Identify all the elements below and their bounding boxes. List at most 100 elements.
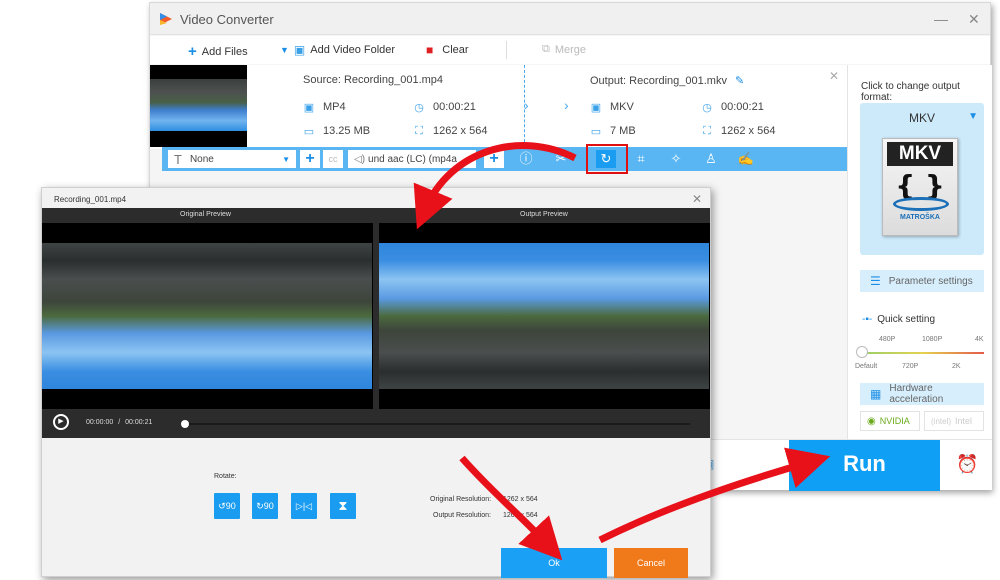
intel-label: Intel	[955, 416, 973, 426]
add-video-folder-button[interactable]: ▼ ▣ Add Video Folder	[280, 43, 395, 57]
rotate-highlight-box	[586, 144, 628, 174]
clear-label: Clear	[442, 44, 469, 56]
video-file-icon: ▣	[303, 101, 315, 114]
video-file-icon: ▣	[590, 101, 602, 114]
matroska-ring	[893, 197, 949, 211]
add-subtitle-button[interactable]: +	[300, 150, 320, 168]
parameter-settings-label: Parameter settings	[888, 275, 973, 287]
parameter-settings-button[interactable]: ☰ Parameter settings	[860, 270, 984, 292]
total-time: 00:00:21	[125, 419, 153, 426]
closed-caption-button[interactable]: cc	[323, 150, 343, 168]
add-files-label: Add Files	[201, 45, 248, 58]
format-name: MKV	[908, 111, 935, 125]
crop-icon[interactable]: ⌗	[631, 150, 651, 168]
source-resolution: ⛶ 1262 x 564	[413, 124, 487, 138]
nvidia-logo-icon: ◉	[867, 415, 876, 427]
quick-setting-text: Quick setting	[877, 314, 936, 325]
source-title: Source: Recording_001.mp4	[303, 74, 444, 86]
output-format-panel: Click to change output format: MKV ▼ MKV…	[847, 65, 992, 439]
minimize-icon[interactable]: —	[934, 11, 948, 27]
rotate-right-90-button[interactable]: ↻ 90	[252, 493, 278, 519]
resolution-icon: ⛶	[415, 124, 423, 137]
output-preview-image	[379, 243, 709, 389]
info-icon[interactable]: ⓘ	[516, 150, 536, 168]
quality-slider-thumb[interactable]	[856, 346, 868, 358]
tick-4k: 4K	[975, 336, 984, 343]
speaker-icon: ◁)	[354, 153, 366, 165]
output-size: ▭ 7 MB	[590, 125, 636, 138]
time-separator: /	[118, 419, 121, 426]
flip-horizontal-button[interactable]: ▷|◁	[291, 493, 317, 519]
tick-default: Default	[855, 363, 878, 370]
edit-bar: T None ▼ + cc ◁) und aac (LC) (mp4a + ⓘ …	[162, 144, 847, 174]
subtitle-value: None	[189, 153, 214, 165]
audio-track-dropdown[interactable]: ◁) und aac (LC) (mp4a	[348, 150, 476, 168]
seek-bar[interactable]	[185, 423, 690, 425]
scissors-icon[interactable]: ✂	[551, 150, 571, 168]
seek-knob[interactable]	[181, 420, 189, 428]
output-format-selector[interactable]: MKV ▼ MKV { } MATROŠKA	[860, 103, 984, 255]
mkv-format-icon: MKV { } MATROŠKA	[882, 138, 958, 236]
output-title-text: Output: Recording_001.mkv	[590, 74, 727, 87]
hardware-acceleration-button[interactable]: ▦ Hardware acceleration	[860, 383, 984, 405]
output-resolution-value: 1262 x 564	[503, 512, 538, 519]
output-duration-value: 00:00:21	[721, 101, 764, 113]
ok-button[interactable]: Ok	[501, 548, 607, 578]
rotate-right-label: 90	[263, 501, 274, 511]
play-icon[interactable]: ▶	[53, 414, 69, 430]
dialog-close-icon[interactable]: ✕	[692, 192, 702, 206]
tick-480p: 480P	[879, 336, 896, 343]
tick-2k: 2K	[952, 363, 961, 370]
flip-vertical-icon: ⧗	[338, 498, 348, 513]
chip-icon: ▦	[870, 387, 882, 401]
folder-icon: ▭	[590, 125, 602, 138]
close-icon[interactable]: ✕	[968, 11, 980, 28]
app-title: Video Converter	[180, 12, 274, 27]
merge-icon: ⧉	[542, 43, 550, 55]
source-format-value: MP4	[323, 101, 346, 113]
add-video-folder-label: Add Video Folder	[310, 44, 396, 56]
original-resolution-label: Original Resolution:	[430, 496, 492, 503]
output-format-value: MKV	[610, 101, 634, 113]
rotate-left-label: 90	[225, 501, 236, 511]
sliders-icon: ☰	[870, 274, 881, 288]
cancel-button[interactable]: Cancel	[614, 548, 688, 578]
rotate-left-icon: ↺	[218, 500, 226, 511]
run-button[interactable]: Run	[789, 440, 940, 491]
add-audio-button[interactable]: +	[484, 150, 504, 168]
watermark-stamp-icon[interactable]: ♙	[701, 150, 721, 168]
output-resolution: ⛶ 1262 x 564	[701, 125, 775, 138]
clock-icon: ◷	[414, 101, 424, 114]
quality-slider-track[interactable]	[862, 352, 984, 354]
text-icon: T	[174, 151, 182, 167]
nvidia-label: NVIDIA	[879, 416, 910, 426]
original-resolution-value: 1262 x 564	[503, 496, 538, 503]
pencil-icon[interactable]: ✎	[735, 74, 744, 87]
subtitle-dropdown[interactable]: T None ▼	[168, 150, 296, 168]
folder-icon: ▭	[303, 125, 315, 138]
nvidia-button[interactable]: ◉ NVIDIA	[860, 411, 920, 431]
chevron-down-icon: ▼	[282, 154, 290, 164]
rotate-left-90-button[interactable]: ↺ 90	[214, 493, 240, 519]
alarm-clock-icon[interactable]: ⏰	[956, 454, 978, 475]
source-size: ▭ 13.25 MB	[303, 125, 370, 138]
mkv-icon-label: MKV	[887, 142, 953, 166]
quick-setting-label: -▪- Quick setting	[862, 314, 935, 325]
merge-button[interactable]: ⧉ Merge	[542, 43, 586, 56]
clear-button[interactable]: ■ Clear	[426, 43, 469, 57]
intel-logo-icon: (intel)	[931, 416, 952, 426]
dropdown-caret-icon: ▼	[280, 45, 289, 55]
remove-file-icon[interactable]: ✕	[829, 69, 839, 83]
flip-vertical-button[interactable]: ⧗	[330, 493, 356, 519]
source-format: ▣ MP4	[303, 101, 346, 114]
flip-horizontal-icon: ▷|◁	[295, 500, 313, 511]
edit-pen-icon[interactable]: ✍	[736, 150, 756, 168]
clock-icon: ◷	[702, 101, 712, 114]
file-row[interactable]: Source: Recording_001.mp4 ▣ MP4 ◷ 00:00:…	[150, 65, 847, 149]
source-duration: ◷ 00:00:21	[413, 101, 476, 114]
toolbar: + Add Files ▼ ▣ Add Video Folder ■ Clear…	[150, 36, 990, 64]
intel-button[interactable]: (intel) Intel	[924, 411, 984, 431]
playback-time: 00:00:00 / 00:00:21	[86, 419, 152, 426]
magic-wand-icon[interactable]: ✧	[666, 150, 686, 168]
add-files-button[interactable]: + Add Files	[188, 43, 248, 60]
